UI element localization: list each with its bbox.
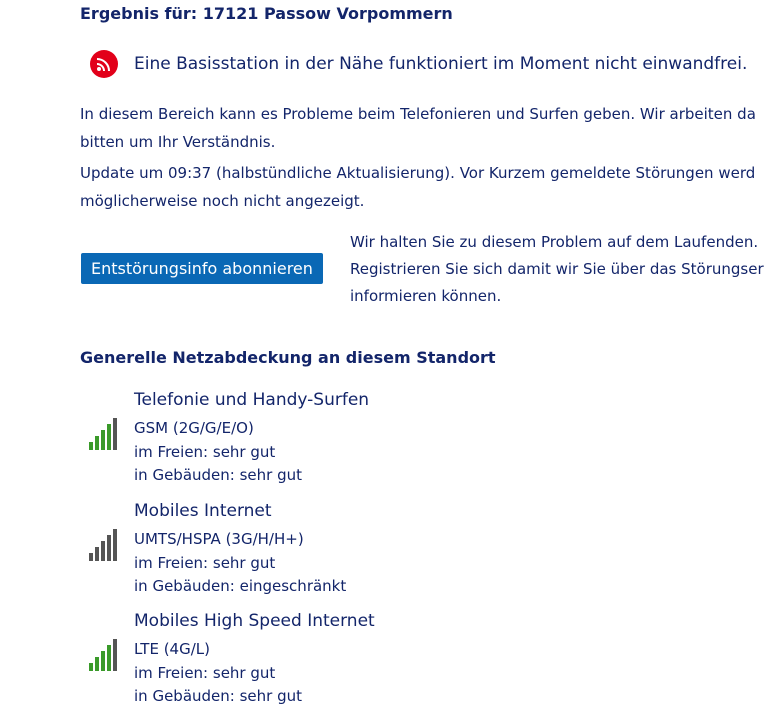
subscribe-info-line-3: informieren können. — [350, 287, 502, 305]
description-line-2: bitten um Ihr Verständnis. — [80, 133, 276, 151]
signal-bar — [107, 535, 111, 561]
coverage-item-outdoor: im Freien: sehr gut — [134, 443, 276, 461]
coverage-item-outdoor: im Freien: sehr gut — [134, 554, 276, 572]
signal-bar — [95, 657, 99, 671]
coverage-item-tech: GSM (2G/G/E/O) — [134, 419, 254, 437]
signal-bar — [101, 430, 105, 450]
signal-bar — [89, 663, 93, 671]
signal-bar — [113, 529, 117, 561]
coverage-item-indoor: in Gebäuden: sehr gut — [134, 687, 302, 705]
result-title: Ergebnis für: 17121 Passow Vorpommern — [80, 4, 453, 23]
signal-bar — [95, 547, 99, 561]
signal-bar — [107, 424, 111, 450]
coverage-item-tech: LTE (4G/L) — [134, 640, 210, 658]
description-line-1: In diesem Bereich kann es Probleme beim … — [80, 105, 756, 123]
signal-bar — [101, 541, 105, 561]
subscribe-info-line-1: Wir halten Sie zu diesem Problem auf dem… — [350, 233, 759, 251]
coverage-item-title: Mobiles Internet — [134, 501, 272, 521]
signal-bar — [89, 553, 93, 561]
signal-bars-icon — [89, 639, 117, 671]
coverage-item-title: Mobiles High Speed Internet — [134, 611, 375, 631]
update-line-1: Update um 09:37 (halbstündliche Aktualis… — [80, 164, 756, 182]
subscribe-info: Wir halten Sie zu diesem Problem auf dem… — [350, 229, 764, 310]
subscribe-info-line-2: Registrieren Sie sich damit wir Sie über… — [350, 260, 764, 278]
signal-bar — [95, 436, 99, 450]
signal-bars-icon — [89, 529, 117, 561]
update-line-2: möglicherweise noch nicht angezeigt. — [80, 192, 365, 210]
signal-bar — [113, 639, 117, 671]
alert-message: Eine Basisstation in der Nähe funktionie… — [134, 54, 748, 74]
coverage-item-indoor: in Gebäuden: sehr gut — [134, 466, 302, 484]
subscribe-button[interactable]: Entstörungsinfo abonnieren — [81, 253, 323, 284]
signal-bar — [107, 645, 111, 671]
coverage-item-indoor: in Gebäuden: eingeschränkt — [134, 577, 347, 595]
signal-bars-icon — [89, 418, 117, 450]
signal-bar — [113, 418, 117, 450]
result-panel: Ergebnis für: 17121 Passow Vorpommern Ei… — [80, 0, 765, 722]
coverage-item-tech: UMTS/HSPA (3G/H/H+) — [134, 530, 304, 548]
signal-bar — [101, 651, 105, 671]
signal-bar — [89, 442, 93, 450]
coverage-title: Generelle Netzabdeckung an diesem Stando… — [80, 348, 496, 367]
coverage-item-title: Telefonie und Handy-Surfen — [134, 390, 370, 410]
coverage-item-outdoor: im Freien: sehr gut — [134, 664, 276, 682]
outage-signal-icon — [90, 50, 118, 78]
outage-alert: Eine Basisstation in der Nähe funktionie… — [90, 50, 747, 78]
